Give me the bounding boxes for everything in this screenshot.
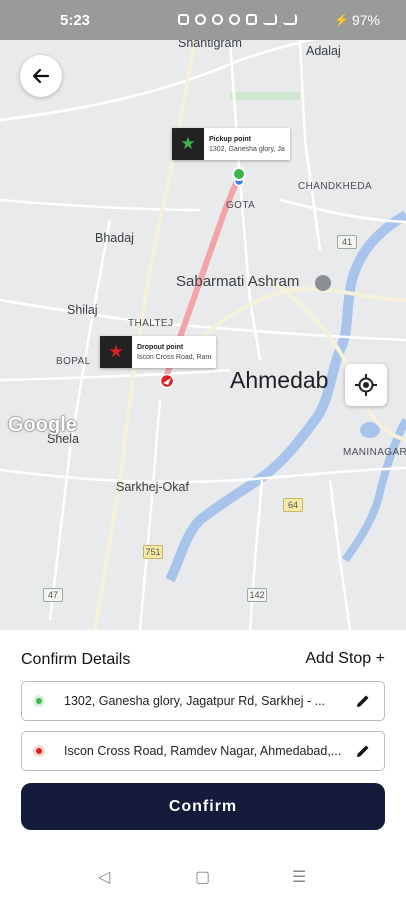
map-label-adalaj: Adalaj	[306, 44, 341, 58]
highway-shield-64: 64	[283, 498, 303, 512]
status-time: 5:23	[60, 12, 91, 29]
nav-recents-icon[interactable]: ☰	[292, 867, 306, 887]
highway-shield-751: 751	[143, 545, 163, 559]
map-label-sarkhej-okaf: Sarkhej-Okaf	[116, 480, 189, 494]
call-icon	[246, 14, 257, 25]
battery-percent: 97%	[351, 12, 380, 28]
map-label-bopal: BOPAL	[56, 356, 91, 367]
dropoff-dot-icon	[36, 748, 42, 754]
map-label-maninagar: MANINAGAR	[343, 447, 406, 458]
my-location-button[interactable]	[345, 364, 387, 406]
edit-pickup-button[interactable]	[348, 693, 378, 709]
map-view[interactable]: Shantigram Adalaj CHANDKHEDA GOTA Bhadaj…	[0, 0, 406, 630]
highway-shield-142: 142	[247, 588, 267, 602]
pencil-icon	[357, 695, 369, 707]
arrow-left-icon	[32, 68, 50, 84]
status-icons	[178, 14, 297, 25]
star-icon: ★	[100, 336, 132, 368]
pickup-marker-address: 1302, Ganesha glory, Ja	[209, 145, 285, 153]
panel-title: Confirm Details	[21, 651, 131, 668]
wifi-icon	[229, 14, 240, 25]
battery-indicator: ⚡ 97%	[334, 12, 380, 28]
map-label-ahmedabad: Ahmedab	[230, 367, 329, 393]
my-location-icon	[355, 374, 377, 396]
edit-dropoff-button[interactable]	[348, 743, 378, 759]
pickup-address-text: 1302, Ganesha glory, Jagatpur Rd, Sarkhe…	[64, 694, 326, 708]
system-nav-bar: ◁ ▢ ☰	[0, 855, 406, 900]
dropoff-pin-icon	[159, 373, 175, 389]
status-bar: 5:23 ⚡ 97%	[0, 0, 406, 40]
star-icon: ★	[172, 128, 204, 160]
dropoff-address-field[interactable]: Iscon Cross Road, Ramdev Nagar, Ahmedaba…	[21, 731, 385, 771]
dropoff-address-text: Iscon Cross Road, Ramdev Nagar, Ahmedaba…	[64, 744, 342, 758]
bluetooth-icon	[195, 14, 206, 25]
map-label-sabarmati-ashram: Sabarmati Ashram	[176, 273, 300, 290]
back-button[interactable]	[20, 55, 62, 97]
highway-shield-47: 47	[43, 588, 63, 602]
pencil-icon	[357, 745, 369, 757]
map-label-bhadaj: Bhadaj	[95, 231, 134, 245]
pickup-dot-icon	[36, 698, 42, 704]
pickup-address-field[interactable]: 1302, Ganesha glory, Jagatpur Rd, Sarkhe…	[21, 681, 385, 721]
signal-icon	[283, 14, 297, 25]
dropoff-marker-address: Iscon Cross Road, Ram	[137, 353, 212, 361]
map-label-thaltej: THALTEJ	[128, 318, 174, 329]
nav-back-icon[interactable]: ◁	[98, 867, 110, 887]
dropoff-marker[interactable]: ★ Dropout point Iscon Cross Road, Ram	[100, 336, 217, 368]
add-stop-button[interactable]: Add Stop +	[305, 650, 385, 668]
dropoff-marker-title: Dropout point	[137, 343, 184, 351]
pickup-pin-icon	[232, 167, 246, 181]
location-icon	[212, 14, 223, 25]
vibrate-icon	[178, 14, 189, 25]
highway-shield-41: 41	[337, 235, 357, 249]
pickup-marker-title: Pickup point	[209, 135, 251, 143]
google-logo: Google	[8, 414, 77, 436]
map-label-gota: GOTA	[226, 200, 256, 211]
map-roads	[0, 23, 406, 630]
map-label-chandkheda: CHANDKHEDA	[298, 181, 373, 192]
battery-charging-icon: ⚡	[334, 13, 349, 27]
signal-icon	[263, 14, 277, 25]
confirm-button[interactable]: Confirm	[21, 783, 385, 830]
map-label-shilaj: Shilaj	[67, 303, 98, 317]
pickup-marker[interactable]: ★ Pickup point 1302, Ganesha glory, Ja	[172, 128, 290, 160]
nav-home-icon[interactable]: ▢	[195, 867, 210, 887]
